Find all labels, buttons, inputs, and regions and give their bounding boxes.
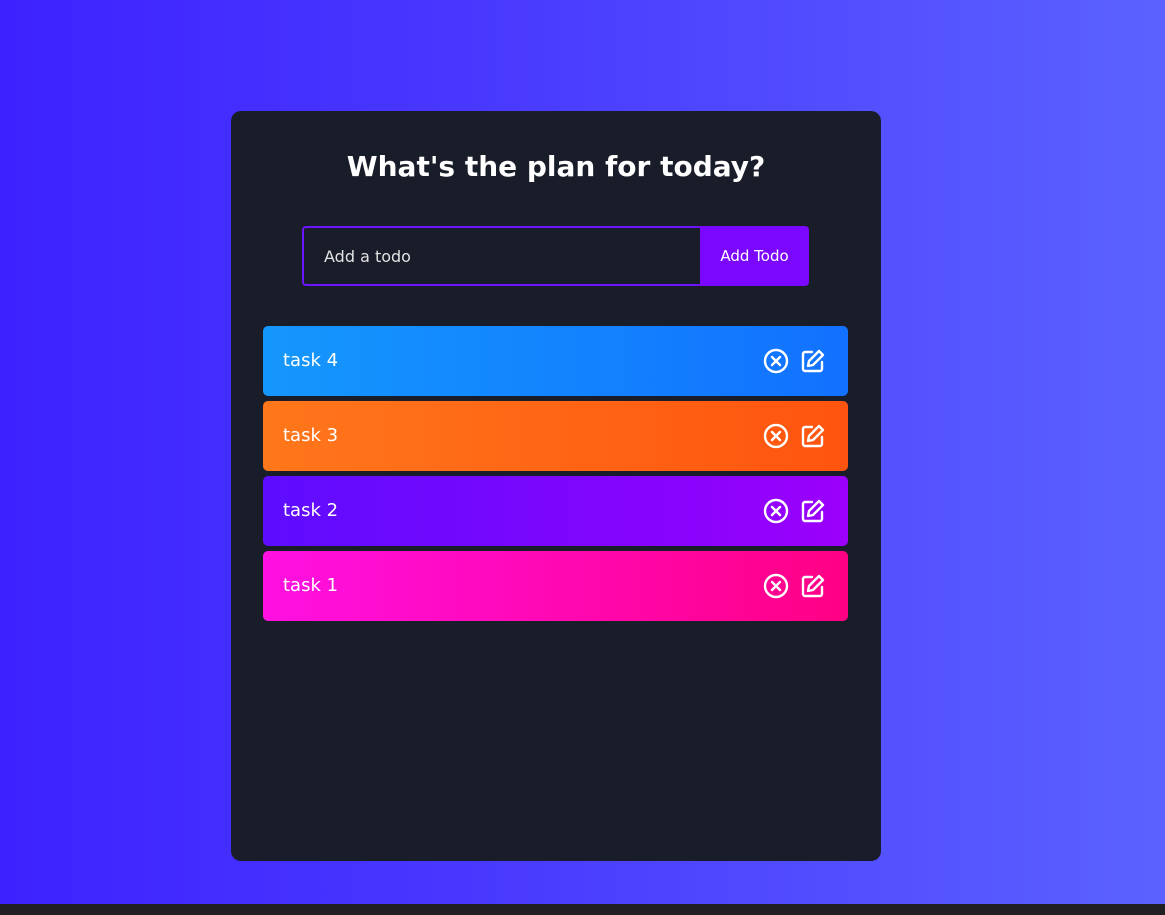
todo-text: task 2 xyxy=(283,500,339,521)
close-circle-icon[interactable] xyxy=(763,573,789,599)
todo-input[interactable] xyxy=(302,226,700,286)
todo-list: task 4 task 3 task 2 task 1 xyxy=(263,326,848,626)
todo-row: task 1 xyxy=(263,551,848,621)
edit-icon[interactable] xyxy=(800,498,826,524)
close-circle-icon[interactable] xyxy=(763,348,789,374)
edit-icon[interactable] xyxy=(800,573,826,599)
bottom-strip xyxy=(0,904,1165,915)
todo-app: What's the plan for today? Add Todo task… xyxy=(231,111,881,861)
todo-row: task 4 xyxy=(263,326,848,396)
add-todo-button[interactable]: Add Todo xyxy=(700,226,809,286)
todo-actions xyxy=(763,348,826,374)
page-title: What's the plan for today? xyxy=(346,150,766,183)
todo-form: Add Todo xyxy=(302,226,809,286)
todo-text: task 4 xyxy=(283,350,339,371)
todo-text: task 1 xyxy=(283,575,339,596)
todo-text: task 3 xyxy=(283,425,339,446)
edit-icon[interactable] xyxy=(800,348,826,374)
todo-actions xyxy=(763,423,826,449)
edit-icon[interactable] xyxy=(800,423,826,449)
todo-actions xyxy=(763,498,826,524)
todo-actions xyxy=(763,573,826,599)
close-circle-icon[interactable] xyxy=(763,423,789,449)
close-circle-icon[interactable] xyxy=(763,498,789,524)
todo-row: task 3 xyxy=(263,401,848,471)
todo-row: task 2 xyxy=(263,476,848,546)
